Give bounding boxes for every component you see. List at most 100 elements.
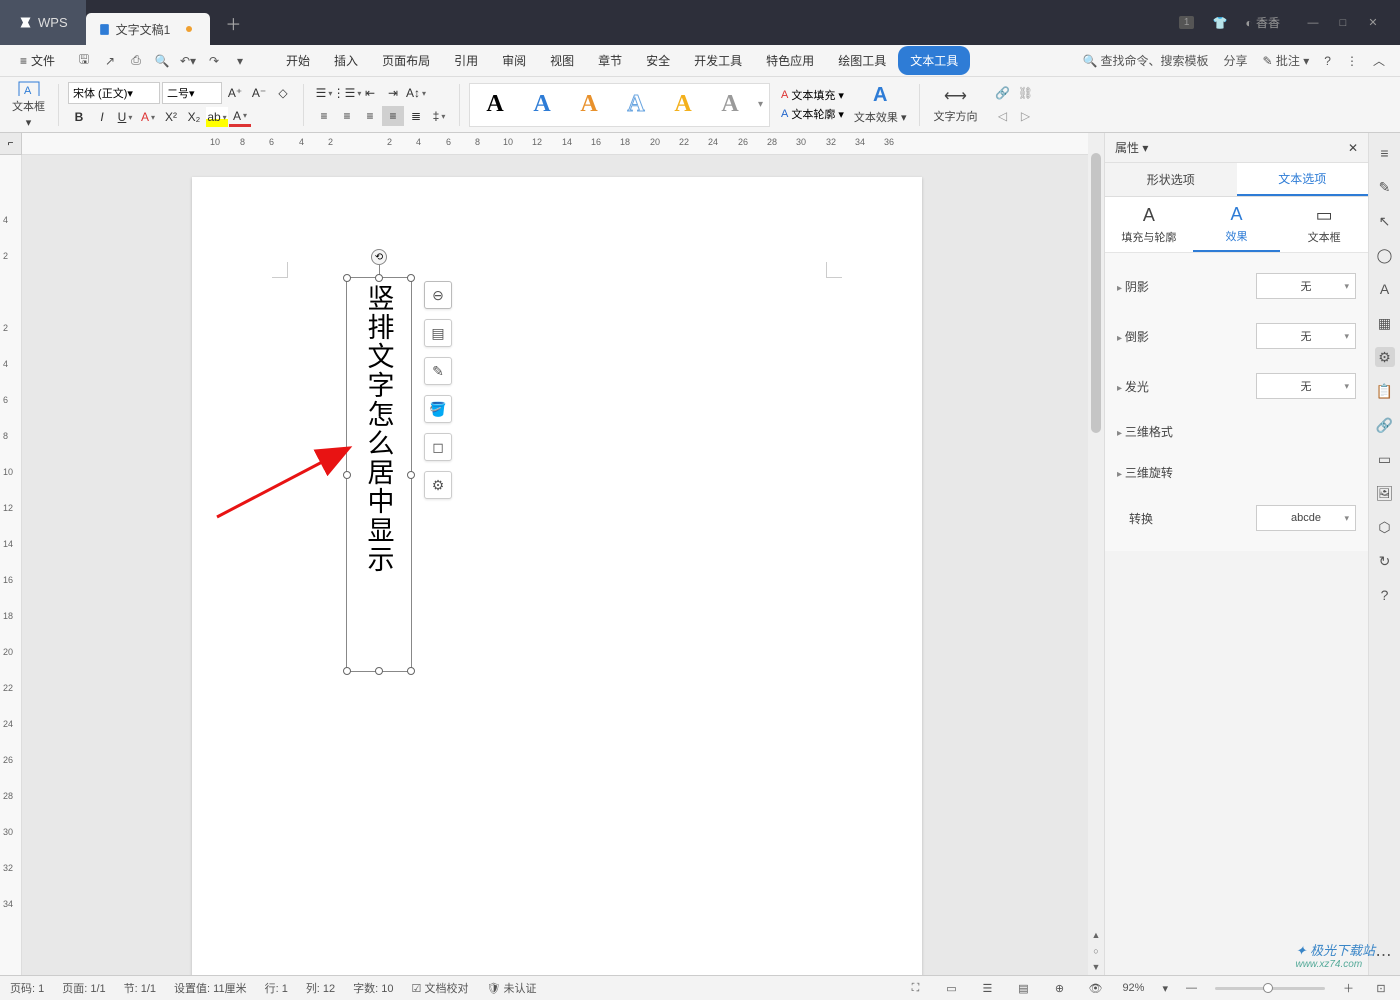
line-spacing-button[interactable]: ‡ — [428, 106, 450, 126]
side-more-icon[interactable]: ⋯ — [1376, 945, 1394, 965]
font-name-select[interactable]: 宋体 (正文) ▾ — [68, 82, 160, 104]
resize-handle[interactable] — [407, 667, 415, 675]
document-canvas[interactable]: ⟲ 竖排文字怎么居中显示 ⊖ ▤ ✎ 🪣 ◻ ⚙ — [22, 155, 1088, 975]
scrollbar-thumb[interactable] — [1091, 153, 1101, 433]
print-preview-button[interactable]: 🔍 — [151, 50, 173, 72]
status-auth[interactable]: 🛡 未认证 — [486, 980, 536, 996]
wordart-style-5[interactable]: A — [661, 87, 705, 123]
side-history-icon[interactable]: ↻ — [1375, 551, 1395, 571]
resize-handle[interactable] — [343, 667, 351, 675]
subscript-button[interactable]: X₂ — [183, 107, 205, 127]
zoom-out-button[interactable]: — — [1186, 982, 1197, 994]
new-tab-button[interactable]: ＋ — [210, 11, 256, 35]
bold-button[interactable]: B — [68, 107, 90, 127]
grow-font-button[interactable]: A⁺ — [224, 83, 246, 103]
align-left-button[interactable]: ≡ — [313, 106, 335, 126]
rotate-handle[interactable]: ⟲ — [371, 249, 387, 265]
char-scale-button[interactable]: A↕ — [405, 83, 427, 103]
wordart-style-3[interactable]: A — [567, 87, 611, 123]
float-outline-button[interactable]: ✎ — [424, 357, 452, 385]
side-image-icon[interactable]: 🖼 — [1375, 483, 1395, 503]
shrink-font-button[interactable]: A⁻ — [248, 83, 270, 103]
tab-special[interactable]: 特色应用 — [754, 46, 826, 75]
close-button[interactable]: ✕ — [1358, 12, 1388, 34]
wordart-style-6[interactable]: A — [708, 87, 752, 123]
scroll-down-icon[interactable]: ▼ — [1088, 959, 1104, 975]
tab-pagelayout[interactable]: 页面布局 — [370, 46, 442, 75]
tab-references[interactable]: 引用 — [442, 46, 490, 75]
wordart-style-4[interactable]: A — [614, 87, 658, 123]
numbering-button[interactable]: ⋮☰ — [336, 83, 358, 103]
zoom-in-button[interactable]: ＋ — [1343, 980, 1354, 996]
side-page-icon[interactable]: ▭ — [1375, 449, 1395, 469]
side-shield-icon[interactable]: ⬡ — [1375, 517, 1395, 537]
increase-indent-button[interactable]: ⇥ — [382, 83, 404, 103]
minimize-button[interactable]: — — [1298, 12, 1328, 34]
command-search[interactable]: 🔍 查找命令、搜索模板 — [1083, 52, 1209, 69]
tab-section[interactable]: 章节 — [586, 46, 634, 75]
notification-badge[interactable]: 1 — [1179, 16, 1195, 29]
link-textbox-button[interactable]: 🔗 — [991, 83, 1013, 103]
resize-handle[interactable] — [375, 667, 383, 675]
tab-security[interactable]: 安全 — [634, 46, 682, 75]
side-shape-icon[interactable]: ◯ — [1375, 245, 1395, 265]
status-page[interactable]: 页面: 1/1 — [62, 980, 105, 996]
wordart-style-1[interactable]: A — [473, 87, 517, 123]
textbox-group[interactable]: A 文本框▾ — [8, 81, 49, 129]
gallery-more[interactable]: ▾ — [755, 99, 766, 110]
share-button[interactable]: 分享 — [1224, 52, 1248, 69]
qat-more[interactable]: ▾ — [229, 50, 251, 72]
reflection-select[interactable]: 无 — [1256, 323, 1356, 349]
panel-tab-shape[interactable]: 形状选项 — [1105, 163, 1237, 196]
vertical-scrollbar[interactable]: ▲ ○ ▼ — [1088, 133, 1104, 975]
float-collapse-button[interactable]: ⊖ — [424, 281, 452, 309]
status-row[interactable]: 行: 1 — [265, 980, 288, 996]
vertical-ruler[interactable]: 4 2 2 4 6 8 10 12 14 16 18 20 22 24 26 2… — [0, 155, 22, 975]
shadow-select[interactable]: 无 — [1256, 273, 1356, 299]
underline-button[interactable]: U — [114, 107, 136, 127]
side-select-icon[interactable]: ↖ — [1375, 211, 1395, 231]
float-shape-button[interactable]: ◻ — [424, 433, 452, 461]
tab-start[interactable]: 开始 — [274, 46, 322, 75]
side-collapse-icon[interactable]: ≡ — [1375, 143, 1395, 163]
resize-handle[interactable] — [407, 274, 415, 282]
break-link-button[interactable]: ⛓ — [1014, 83, 1036, 103]
text-direction-button[interactable]: ⟷ 文字方向 — [929, 81, 981, 129]
more-button[interactable]: ⋮ — [1346, 54, 1358, 68]
glow-select[interactable]: 无 — [1256, 373, 1356, 399]
highlight-button[interactable]: ab — [206, 107, 228, 127]
resize-handle[interactable] — [375, 274, 383, 282]
status-words[interactable]: 字数: 10 — [353, 980, 393, 996]
tab-insert[interactable]: 插入 — [322, 46, 370, 75]
align-justify-button[interactable]: ≡ — [382, 106, 404, 126]
text-effects-button[interactable]: A 文本效果 ▾ — [850, 81, 911, 129]
side-limit-icon[interactable]: A — [1375, 279, 1395, 299]
subtab-effect[interactable]: A 效果 — [1193, 197, 1281, 252]
float-fill-button[interactable]: 🪣 — [424, 395, 452, 423]
row-reflection[interactable]: 倒影 无 — [1117, 311, 1356, 361]
undo-button[interactable]: ↶▾ — [177, 50, 199, 72]
subtab-textbox[interactable]: ▭ 文本框 — [1280, 197, 1368, 252]
horizontal-ruler[interactable]: 10 8 6 4 2 2 4 6 8 10 12 14 16 18 20 22 … — [22, 133, 1088, 155]
status-section[interactable]: 节: 1/1 — [124, 980, 156, 996]
view-fullscreen-button[interactable]: ⛶ — [906, 979, 924, 997]
row-3d-format[interactable]: 三维格式 — [1117, 411, 1356, 452]
annotate-button[interactable]: ✎ 批注 ▾ — [1263, 52, 1310, 69]
status-spellcheck[interactable]: ☑ 文档校对 — [412, 980, 469, 996]
maximize-button[interactable]: □ — [1328, 12, 1358, 34]
font-size-select[interactable]: 二号 ▾ — [162, 82, 222, 104]
row-shadow[interactable]: 阴影 无 — [1117, 261, 1356, 311]
tab-view[interactable]: 视图 — [538, 46, 586, 75]
tab-text-tools[interactable]: 文本工具 — [898, 46, 970, 75]
app-logo[interactable]: WPS — [0, 0, 86, 45]
side-clipboard-icon[interactable]: 📋 — [1375, 381, 1395, 401]
superscript-button[interactable]: X² — [160, 107, 182, 127]
float-layout-button[interactable]: ▤ — [424, 319, 452, 347]
italic-button[interactable]: I — [91, 107, 113, 127]
status-page-no[interactable]: 页码: 1 — [10, 980, 44, 996]
view-reading-button[interactable]: ⊕ — [1050, 979, 1068, 997]
distribute-button[interactable]: ≣ — [405, 106, 427, 126]
user-avatar[interactable]: ◐ 香香 — [1245, 14, 1280, 31]
text-fill-button[interactable]: A 文本填充 ▾ — [781, 87, 844, 103]
float-more-button[interactable]: ⚙ — [424, 471, 452, 499]
